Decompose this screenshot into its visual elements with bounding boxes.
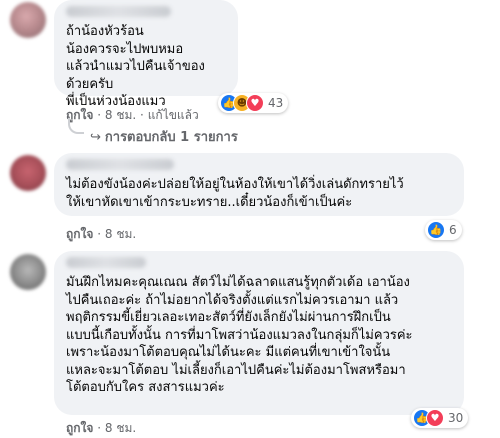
separator: · (97, 108, 105, 122)
comment-meta: ถูกใจ · 8 ชม. (66, 225, 136, 244)
like-button[interactable]: ถูกใจ (66, 227, 93, 241)
reply-arrow-icon: ↪ (90, 130, 101, 145)
commenter-name-blurred[interactable] (66, 257, 146, 268)
like-icon: 👍 (427, 221, 445, 239)
commenter-name-blurred[interactable] (66, 6, 171, 17)
timestamp[interactable]: 8 ชม. (105, 108, 136, 122)
comment-text: มันฝึกไหมคะคุณเณณ สัตว์ไม่ได้ฉลาดแสนรู้ท… (66, 275, 413, 395)
separator: · (140, 108, 148, 122)
comment-bubble: มันฝึกไหมคะคุณเณณ สัตว์ไม่ได้ฉลาดแสนรู้ท… (54, 251, 464, 415)
reply-thread-line (68, 118, 84, 134)
comment-meta: ถูกใจ · 8 ชม. · แก้ไขแล้ว (66, 106, 199, 125)
edited-label: แก้ไขแล้ว (147, 108, 199, 122)
timestamp[interactable]: 8 ชม. (105, 421, 136, 435)
comment-meta: ถูกใจ · 8 ชม. (66, 419, 136, 438)
reaction-count: 43 (268, 96, 284, 110)
reaction-count: 6 (449, 223, 457, 237)
separator: · (97, 227, 105, 241)
view-replies-link[interactable]: ↪ การตอบกลับ 1 รายการ (90, 126, 238, 147)
love-icon: ♥ (426, 409, 444, 427)
love-icon: ♥ (246, 94, 264, 112)
comment-text: ไม่ต้องขังน้องค่ะปล่อยให้อยู่ในห้องให้เข… (66, 177, 404, 210)
reaction-summary[interactable]: 👍 ♥ 30 (411, 408, 469, 428)
reaction-summary[interactable]: 👍 ☻ ♥ 43 (218, 93, 289, 113)
reaction-summary[interactable]: 👍 6 (425, 220, 462, 240)
avatar[interactable] (10, 155, 46, 191)
commenter-name-blurred[interactable] (66, 159, 174, 170)
timestamp[interactable]: 8 ชม. (105, 227, 136, 241)
like-button[interactable]: ถูกใจ (66, 421, 93, 435)
avatar[interactable] (10, 254, 46, 290)
separator: · (97, 421, 105, 435)
comment-bubble: ไม่ต้องขังน้องค่ะปล่อยให้อยู่ในห้องให้เข… (54, 153, 464, 216)
comment-text: ถ้าน้องหัวร้อน น้องควรจะไปพบหมอ แล้วนำแม… (66, 24, 205, 109)
comment-bubble: ถ้าน้องหัวร้อน น้องควรจะไปพบหมอ แล้วนำแม… (54, 0, 238, 109)
replies-label: การตอบกลับ 1 รายการ (104, 130, 238, 145)
reaction-count: 30 (448, 411, 464, 425)
avatar[interactable] (10, 2, 46, 38)
